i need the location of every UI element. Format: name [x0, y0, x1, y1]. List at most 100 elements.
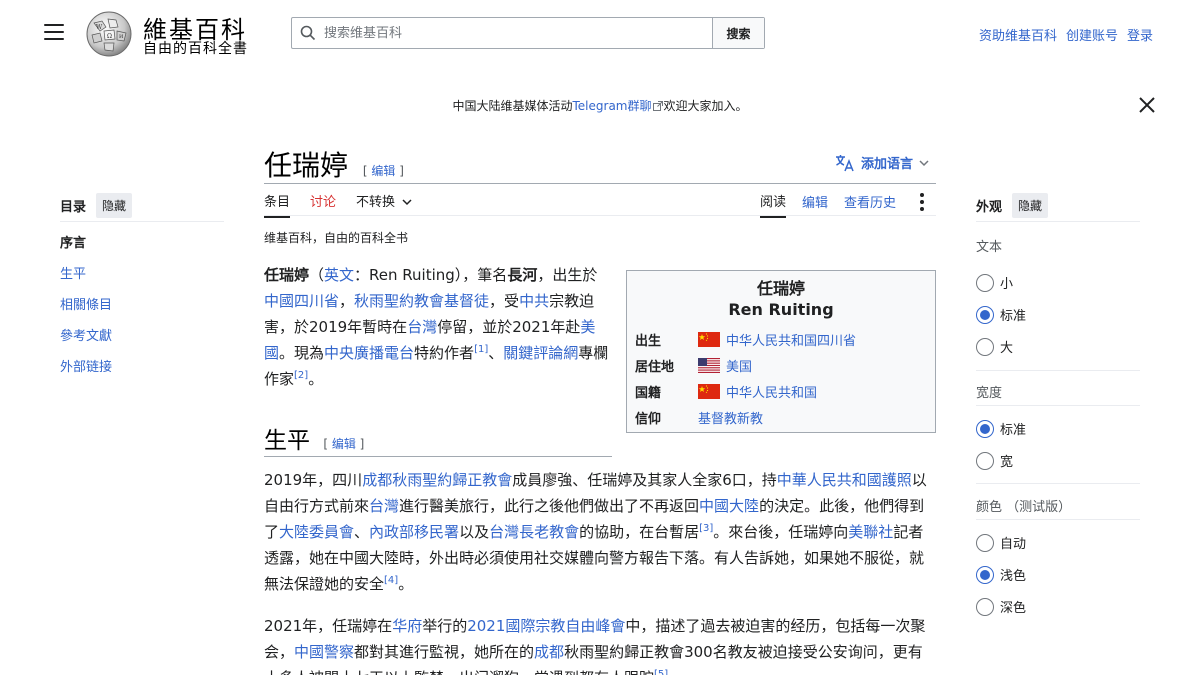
create-account-link[interactable]: 创建账号	[1066, 25, 1118, 44]
link[interactable]: 成都秋雨聖約歸正教會	[362, 471, 512, 489]
text-size-small-option[interactable]: 小	[976, 273, 1013, 292]
text-size-standard-option[interactable]: 标准	[976, 305, 1026, 324]
search-input[interactable]	[324, 25, 704, 41]
user-links: 资助维基百科 创建账号 登录	[979, 25, 1153, 44]
link[interactable]: 台灣長老教會	[489, 523, 579, 541]
width-standard-option[interactable]: 标准	[976, 419, 1026, 438]
option-label: 深色	[1000, 601, 1027, 616]
link[interactable]: 內政部移民署	[369, 523, 459, 541]
variant-dropdown[interactable]: 不转换	[356, 191, 412, 218]
link[interactable]: 中國大陸	[699, 497, 759, 515]
radio-selected-icon[interactable]	[976, 305, 994, 324]
tab-talk[interactable]: 讨论	[310, 191, 336, 218]
color-dark-option[interactable]: 深色	[976, 597, 1026, 616]
link[interactable]: 中共	[519, 292, 549, 310]
tab-history[interactable]: 查看历史	[844, 192, 896, 217]
wikipedia-globe-logo[interactable]: W Ω И	[84, 9, 134, 57]
banner-text-before: 中国大陆维基媒体活动	[452, 99, 573, 113]
option-label: 小	[1000, 277, 1014, 292]
title-edit-link[interactable]: [ 编辑 ]	[363, 164, 404, 178]
banner-telegram-link[interactable]: Telegram群聊	[573, 99, 652, 113]
toc-item-external-links[interactable]: 外部链接	[60, 358, 112, 389]
toc-hide-button[interactable]: 隐藏	[96, 193, 133, 218]
appearance-divider	[976, 483, 1140, 484]
link[interactable]: 华府	[392, 617, 422, 635]
section-edit-link[interactable]: [ 编辑 ]	[323, 437, 364, 451]
china-flag-icon	[698, 383, 720, 399]
main-menu-icon[interactable]	[44, 24, 64, 42]
link[interactable]: 台灣	[407, 318, 437, 336]
infobox: 任瑞婷 Ren Ruiting 出生 中华人民共和国四川省 居住地 美国 国籍 …	[626, 270, 936, 433]
add-languages-button[interactable]: 添加语言	[835, 153, 929, 172]
option-label: 宽	[1000, 455, 1014, 470]
search-form: 搜索	[291, 17, 765, 49]
radio-icon[interactable]	[976, 337, 994, 356]
radio-selected-icon[interactable]	[976, 419, 994, 438]
toc-divider	[60, 221, 224, 222]
translate-icon	[836, 154, 854, 171]
infobox-label: 信仰	[635, 411, 662, 427]
radio-icon[interactable]	[976, 533, 994, 552]
page-title: 任瑞婷 [ 编辑 ]	[264, 144, 404, 184]
search-button[interactable]: 搜索	[712, 18, 764, 48]
lead-paragraph: 任瑞婷（英文：Ren Ruiting），筆名長河，出生於中國四川省，秋雨聖約教會…	[264, 266, 609, 388]
section-heading-life: 生平 [ 编辑 ]	[264, 421, 364, 455]
appearance-hide-button[interactable]: 隐藏	[1012, 193, 1049, 218]
section-divider	[264, 456, 612, 457]
infobox-value[interactable]: 基督教新教	[698, 408, 763, 427]
link[interactable]: 台灣	[369, 497, 399, 515]
title-edit-link-text[interactable]: 编辑	[371, 164, 395, 178]
link[interactable]: 關鍵評論網	[503, 344, 578, 362]
link[interactable]: 大陸委員會	[279, 523, 354, 541]
color-auto-option[interactable]: 自动	[976, 533, 1026, 552]
toc-item-intro[interactable]: 序言	[60, 234, 112, 265]
svg-text:W: W	[96, 24, 103, 31]
radio-icon[interactable]	[976, 451, 994, 470]
radio-selected-icon[interactable]	[976, 565, 994, 584]
link[interactable]: 秋雨聖約教會基督徒	[354, 292, 489, 310]
page-tabs: 条目 讨论 不转换	[264, 191, 412, 218]
link[interactable]: 中華人民共和國護照	[777, 471, 912, 489]
color-light-option[interactable]: 浅色	[976, 565, 1026, 584]
section-edit-link-text[interactable]: 编辑	[332, 437, 356, 451]
text-size-large-option[interactable]: 大	[976, 337, 1013, 356]
more-options-icon[interactable]	[920, 192, 925, 211]
infobox-value[interactable]: 美国	[726, 356, 752, 375]
svg-text:Ω: Ω	[107, 33, 112, 40]
width-wide-option[interactable]: 宽	[976, 451, 1013, 470]
tab-article[interactable]: 条目	[264, 191, 291, 218]
link[interactable]: 2021國際宗教自由峰會	[467, 617, 625, 635]
search-box[interactable]	[292, 18, 712, 48]
toc-item-life[interactable]: 生平	[60, 265, 112, 296]
link[interactable]: 成都	[534, 643, 564, 661]
donate-link[interactable]: 资助维基百科	[979, 25, 1057, 44]
infobox-label: 居住地	[635, 359, 675, 375]
close-icon[interactable]	[1136, 94, 1158, 116]
infobox-value[interactable]: 中华人民共和国四川省	[726, 330, 856, 349]
infobox-row-nationality: 国籍 中华人民共和国	[627, 378, 935, 404]
ref-2: [2]	[294, 370, 309, 381]
toc-item-references[interactable]: 參考文獻	[60, 327, 112, 358]
link[interactable]: 中國四川省	[264, 292, 339, 310]
tab-edit[interactable]: 编辑	[802, 192, 828, 217]
ref-3: [3]	[699, 523, 714, 534]
lang-link[interactable]: 英文	[324, 266, 354, 284]
infobox-row-residence: 居住地 美国	[627, 352, 935, 378]
appearance-title: 外观	[976, 200, 1003, 215]
option-label: 大	[1000, 341, 1014, 356]
tab-read[interactable]: 阅读	[760, 191, 787, 218]
toc-item-related[interactable]: 相關條目	[60, 296, 112, 327]
link[interactable]: 中央廣播電台	[324, 344, 414, 362]
appearance-divider	[976, 221, 1140, 222]
logo-subtitle: 自由的百科全書	[143, 41, 248, 57]
radio-icon[interactable]	[976, 273, 994, 292]
link[interactable]: 美聯社	[848, 523, 893, 541]
width-label: 宽度	[976, 386, 1003, 401]
radio-icon[interactable]	[976, 597, 994, 616]
infobox-value[interactable]: 中华人民共和国	[726, 382, 817, 401]
link[interactable]: 中國警察	[294, 643, 354, 661]
add-languages-label: 添加语言	[861, 157, 914, 172]
appearance-divider	[976, 405, 1140, 406]
infobox-label: 国籍	[635, 385, 662, 401]
login-link[interactable]: 登录	[1127, 25, 1153, 44]
